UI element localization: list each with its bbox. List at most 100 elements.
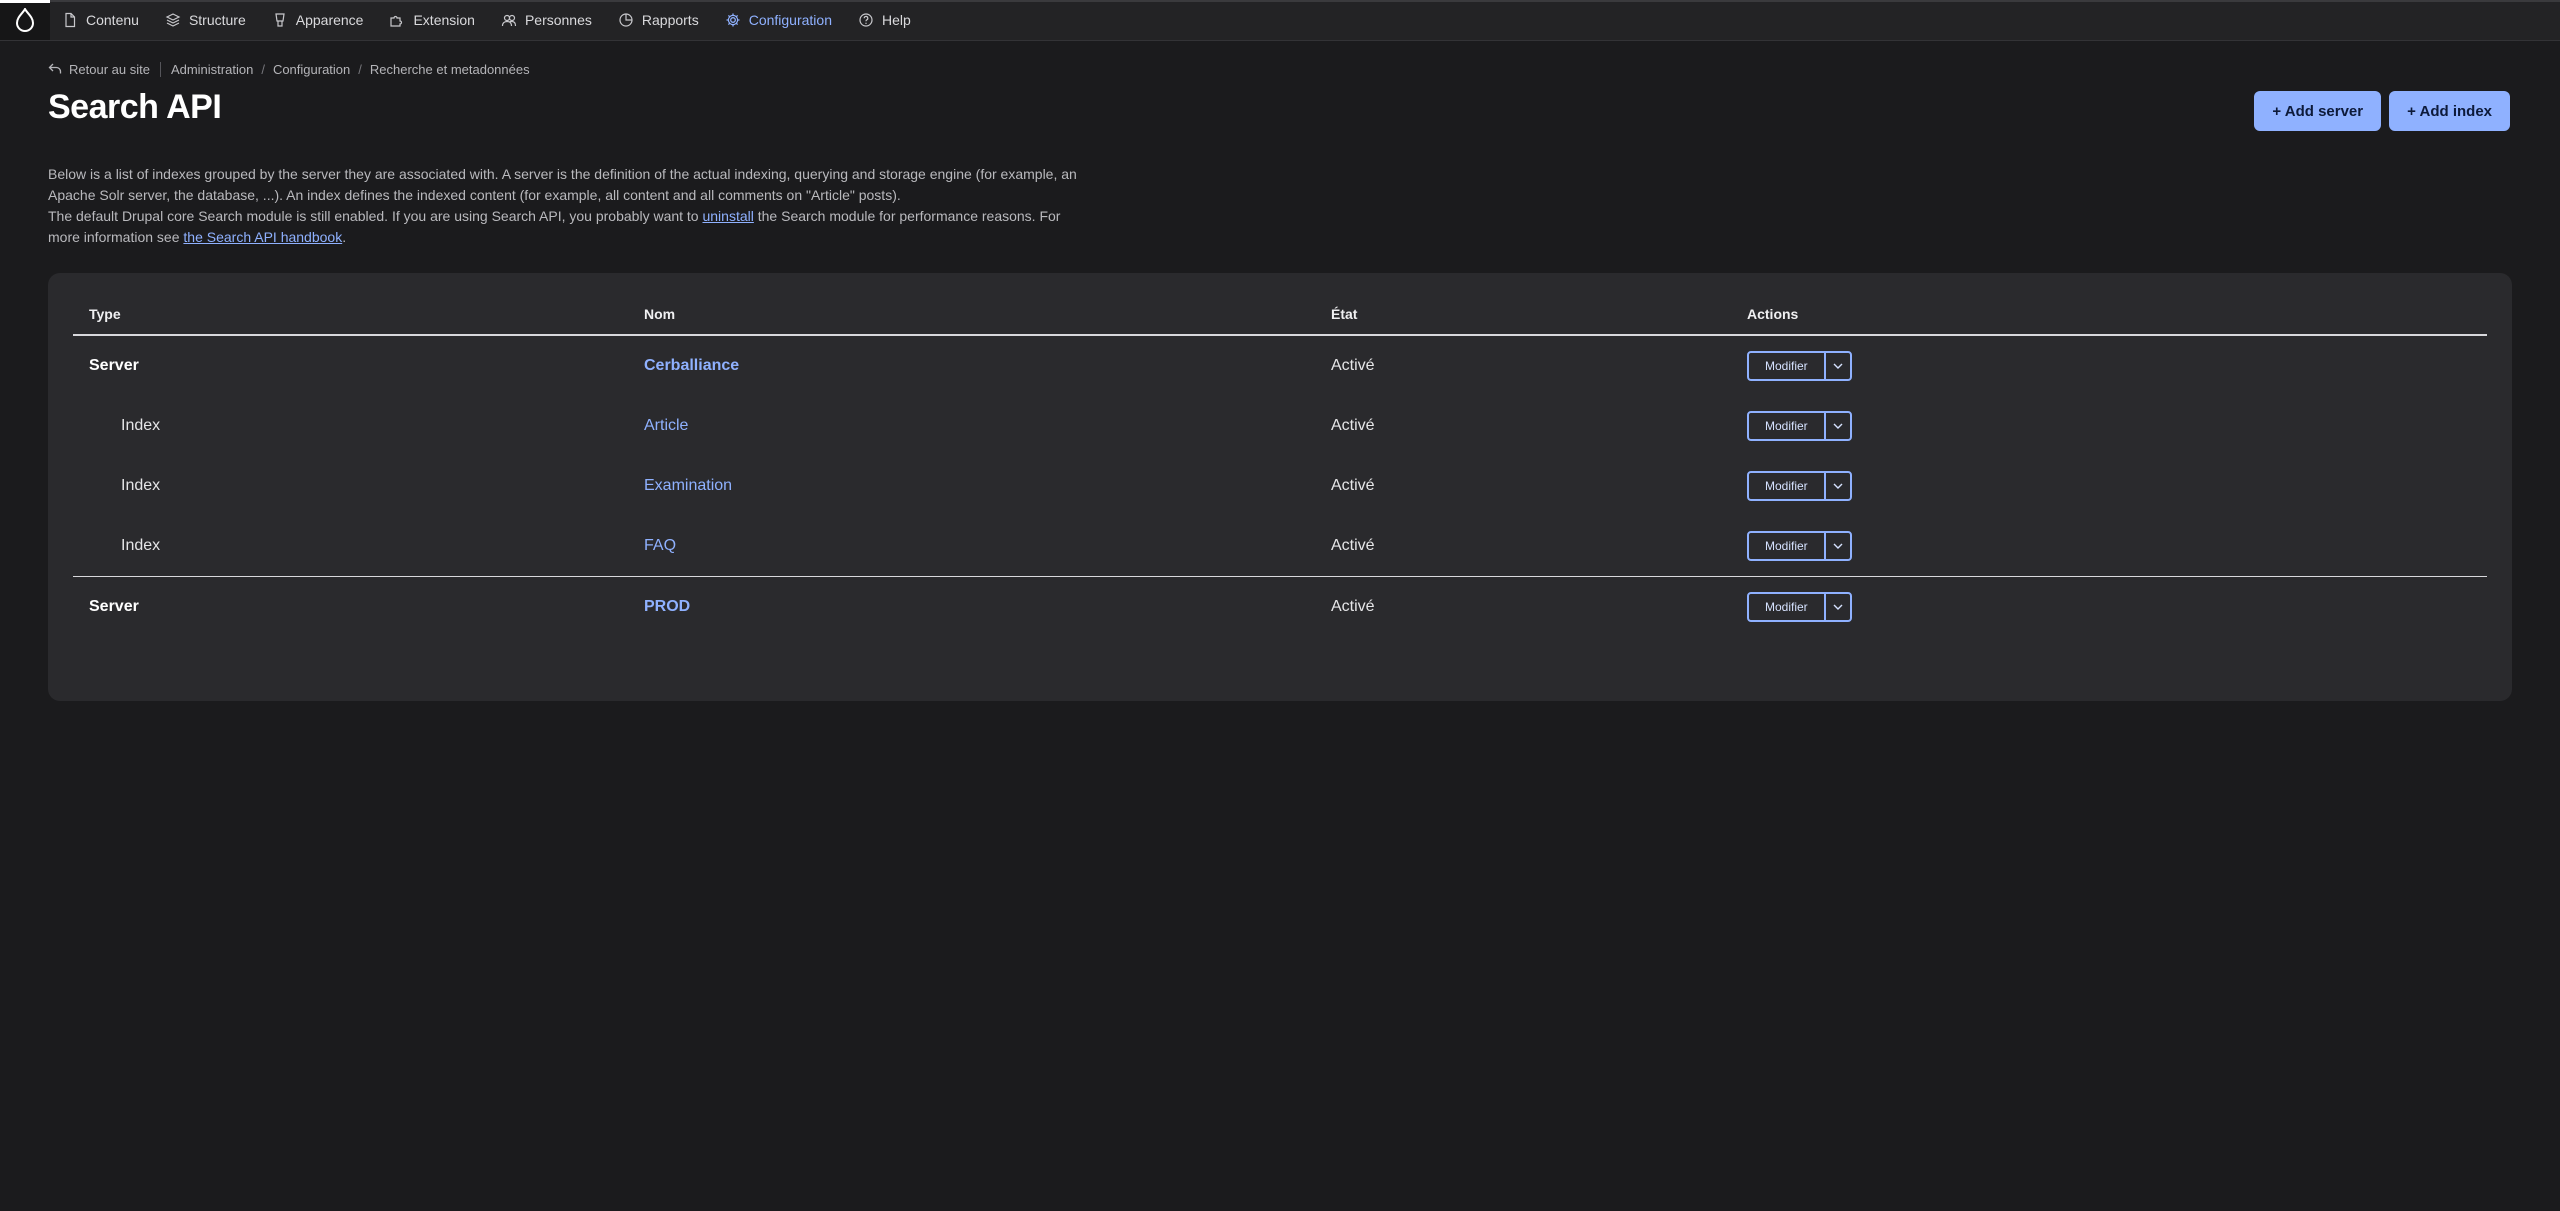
column-header-type: Type — [73, 293, 628, 336]
row-actions: Modifier — [1731, 577, 2487, 638]
operations-dropbutton: Modifier — [1747, 351, 1852, 381]
row-actions: Modifier — [1731, 516, 2487, 577]
dropbutton-toggle[interactable] — [1826, 533, 1850, 559]
row-type: Index — [121, 417, 161, 434]
menu-item-label: Extension — [413, 12, 475, 28]
description-paragraph-1: Below is a list of indexes grouped by th… — [48, 166, 1077, 203]
menu-item-apparence[interactable]: Apparence — [272, 0, 364, 40]
breadcrumb-recherche[interactable]: Recherche et metadonnées — [370, 62, 530, 77]
edit-button[interactable]: Modifier — [1749, 594, 1826, 620]
menu-item-label: Rapports — [641, 12, 699, 28]
edit-button[interactable]: Modifier — [1749, 413, 1826, 439]
toolbar-menu: Contenu Structure Apparence Extension Pe… — [62, 0, 937, 40]
menu-item-structure[interactable]: Structure — [165, 0, 246, 40]
chevron-down-icon — [1833, 483, 1843, 489]
menu-item-label: Help — [881, 12, 911, 28]
table-row: Server PROD Activé Modifier — [73, 577, 2487, 638]
menu-item-label: Configuration — [748, 12, 832, 28]
drupal-logo[interactable] — [0, 0, 50, 40]
menu-item-label: Personnes — [524, 12, 592, 28]
page-description: Below is a list of indexes grouped by th… — [48, 164, 1088, 248]
menu-item-configuration[interactable]: Configuration — [725, 0, 832, 40]
row-name-cell: FAQ — [628, 516, 1315, 577]
layers-icon — [165, 12, 181, 28]
table-row: Index FAQ Activé Modifier — [73, 516, 2487, 577]
menu-item-rapports[interactable]: Rapports — [618, 0, 699, 40]
chevron-down-icon — [1833, 543, 1843, 549]
description-paragraph-2: The default Drupal core Search module is… — [48, 206, 1088, 248]
row-type: Server — [89, 357, 139, 374]
table-row: Index Article Activé Modifier — [73, 396, 2487, 456]
row-status: Activé — [1331, 417, 1375, 434]
row-name-cell: Article — [628, 396, 1315, 456]
dropbutton-toggle[interactable] — [1826, 353, 1850, 379]
menu-item-label: Contenu — [86, 12, 139, 28]
row-name-link[interactable]: FAQ — [644, 537, 676, 554]
edit-button[interactable]: Modifier — [1749, 473, 1826, 499]
column-header-actions: Actions — [1731, 293, 2487, 336]
menu-item-personnes[interactable]: Personnes — [501, 0, 592, 40]
breadcrumb-separator: / — [261, 61, 265, 77]
back-to-site-label: Retour au site — [69, 61, 150, 77]
operations-dropbutton: Modifier — [1747, 411, 1852, 441]
row-actions: Modifier — [1731, 456, 2487, 516]
servers-indexes-card: Type Nom État Actions Server Cerballianc… — [48, 273, 2512, 701]
puzzle-icon — [389, 12, 405, 28]
column-header-name: Nom — [628, 293, 1315, 336]
row-type: Server — [89, 598, 139, 615]
dropbutton-toggle[interactable] — [1826, 473, 1850, 499]
row-name-link[interactable]: PROD — [644, 598, 690, 615]
row-type: Index — [73, 516, 628, 577]
chevron-down-icon — [1833, 363, 1843, 369]
page-actions: + Add server + Add index — [2246, 91, 2510, 131]
handbook-link[interactable]: the Search API handbook — [183, 229, 342, 245]
page-title: Search API — [48, 88, 222, 126]
logo-accent-bar — [0, 0, 50, 3]
gear-icon — [725, 12, 741, 28]
operations-dropbutton: Modifier — [1747, 592, 1852, 622]
operations-dropbutton: Modifier — [1747, 531, 1852, 561]
dropbutton-toggle[interactable] — [1826, 413, 1850, 439]
description-text: The default Drupal core Search module is… — [48, 208, 703, 224]
row-name-cell: PROD — [628, 577, 1315, 638]
table-row: Index Examination Activé Modifier — [73, 456, 2487, 516]
operations-dropbutton: Modifier — [1747, 471, 1852, 501]
people-icon — [501, 12, 517, 28]
row-status: Activé — [1331, 477, 1375, 494]
file-icon — [62, 12, 78, 28]
chart-icon — [618, 12, 634, 28]
admin-toolbar: Contenu Structure Apparence Extension Pe… — [0, 0, 2560, 41]
row-status: Activé — [1331, 357, 1375, 374]
row-status: Activé — [1331, 598, 1375, 615]
edit-button[interactable]: Modifier — [1749, 533, 1826, 559]
row-name-link[interactable]: Article — [644, 417, 688, 434]
drupal-drop-icon — [15, 8, 35, 32]
row-name-cell: Examination — [628, 456, 1315, 516]
menu-item-label: Apparence — [295, 12, 364, 28]
column-header-status: État — [1315, 293, 1731, 336]
add-server-button[interactable]: + Add server — [2254, 91, 2382, 131]
row-status: Activé — [1315, 516, 1731, 577]
row-name-link[interactable]: Examination — [644, 477, 732, 494]
edit-button[interactable]: Modifier — [1749, 353, 1826, 379]
row-actions: Modifier — [1731, 396, 2487, 456]
table-header-row: Type Nom État Actions — [73, 293, 2487, 336]
table-row: Server Cerballiance Activé Modifier — [73, 335, 2487, 396]
row-type: Index — [121, 477, 161, 494]
menu-item-extension[interactable]: Extension — [389, 0, 475, 40]
description-text: . — [342, 229, 347, 245]
menu-item-help[interactable]: Help — [858, 0, 911, 40]
row-name-link[interactable]: Cerballiance — [644, 357, 739, 374]
row-name-cell: Cerballiance — [628, 335, 1315, 396]
back-to-site-link[interactable]: Retour au site — [48, 61, 161, 77]
back-arrow-icon — [48, 63, 62, 74]
menu-item-label: Structure — [188, 12, 246, 28]
breadcrumb-configuration[interactable]: Configuration — [273, 62, 350, 77]
help-icon — [858, 12, 874, 28]
add-index-button[interactable]: + Add index — [2389, 91, 2510, 131]
menu-item-contenu[interactable]: Contenu — [62, 0, 139, 40]
brush-icon — [272, 12, 288, 28]
dropbutton-toggle[interactable] — [1826, 594, 1850, 620]
breadcrumb-administration[interactable]: Administration — [171, 62, 253, 77]
uninstall-link[interactable]: uninstall — [702, 208, 753, 224]
